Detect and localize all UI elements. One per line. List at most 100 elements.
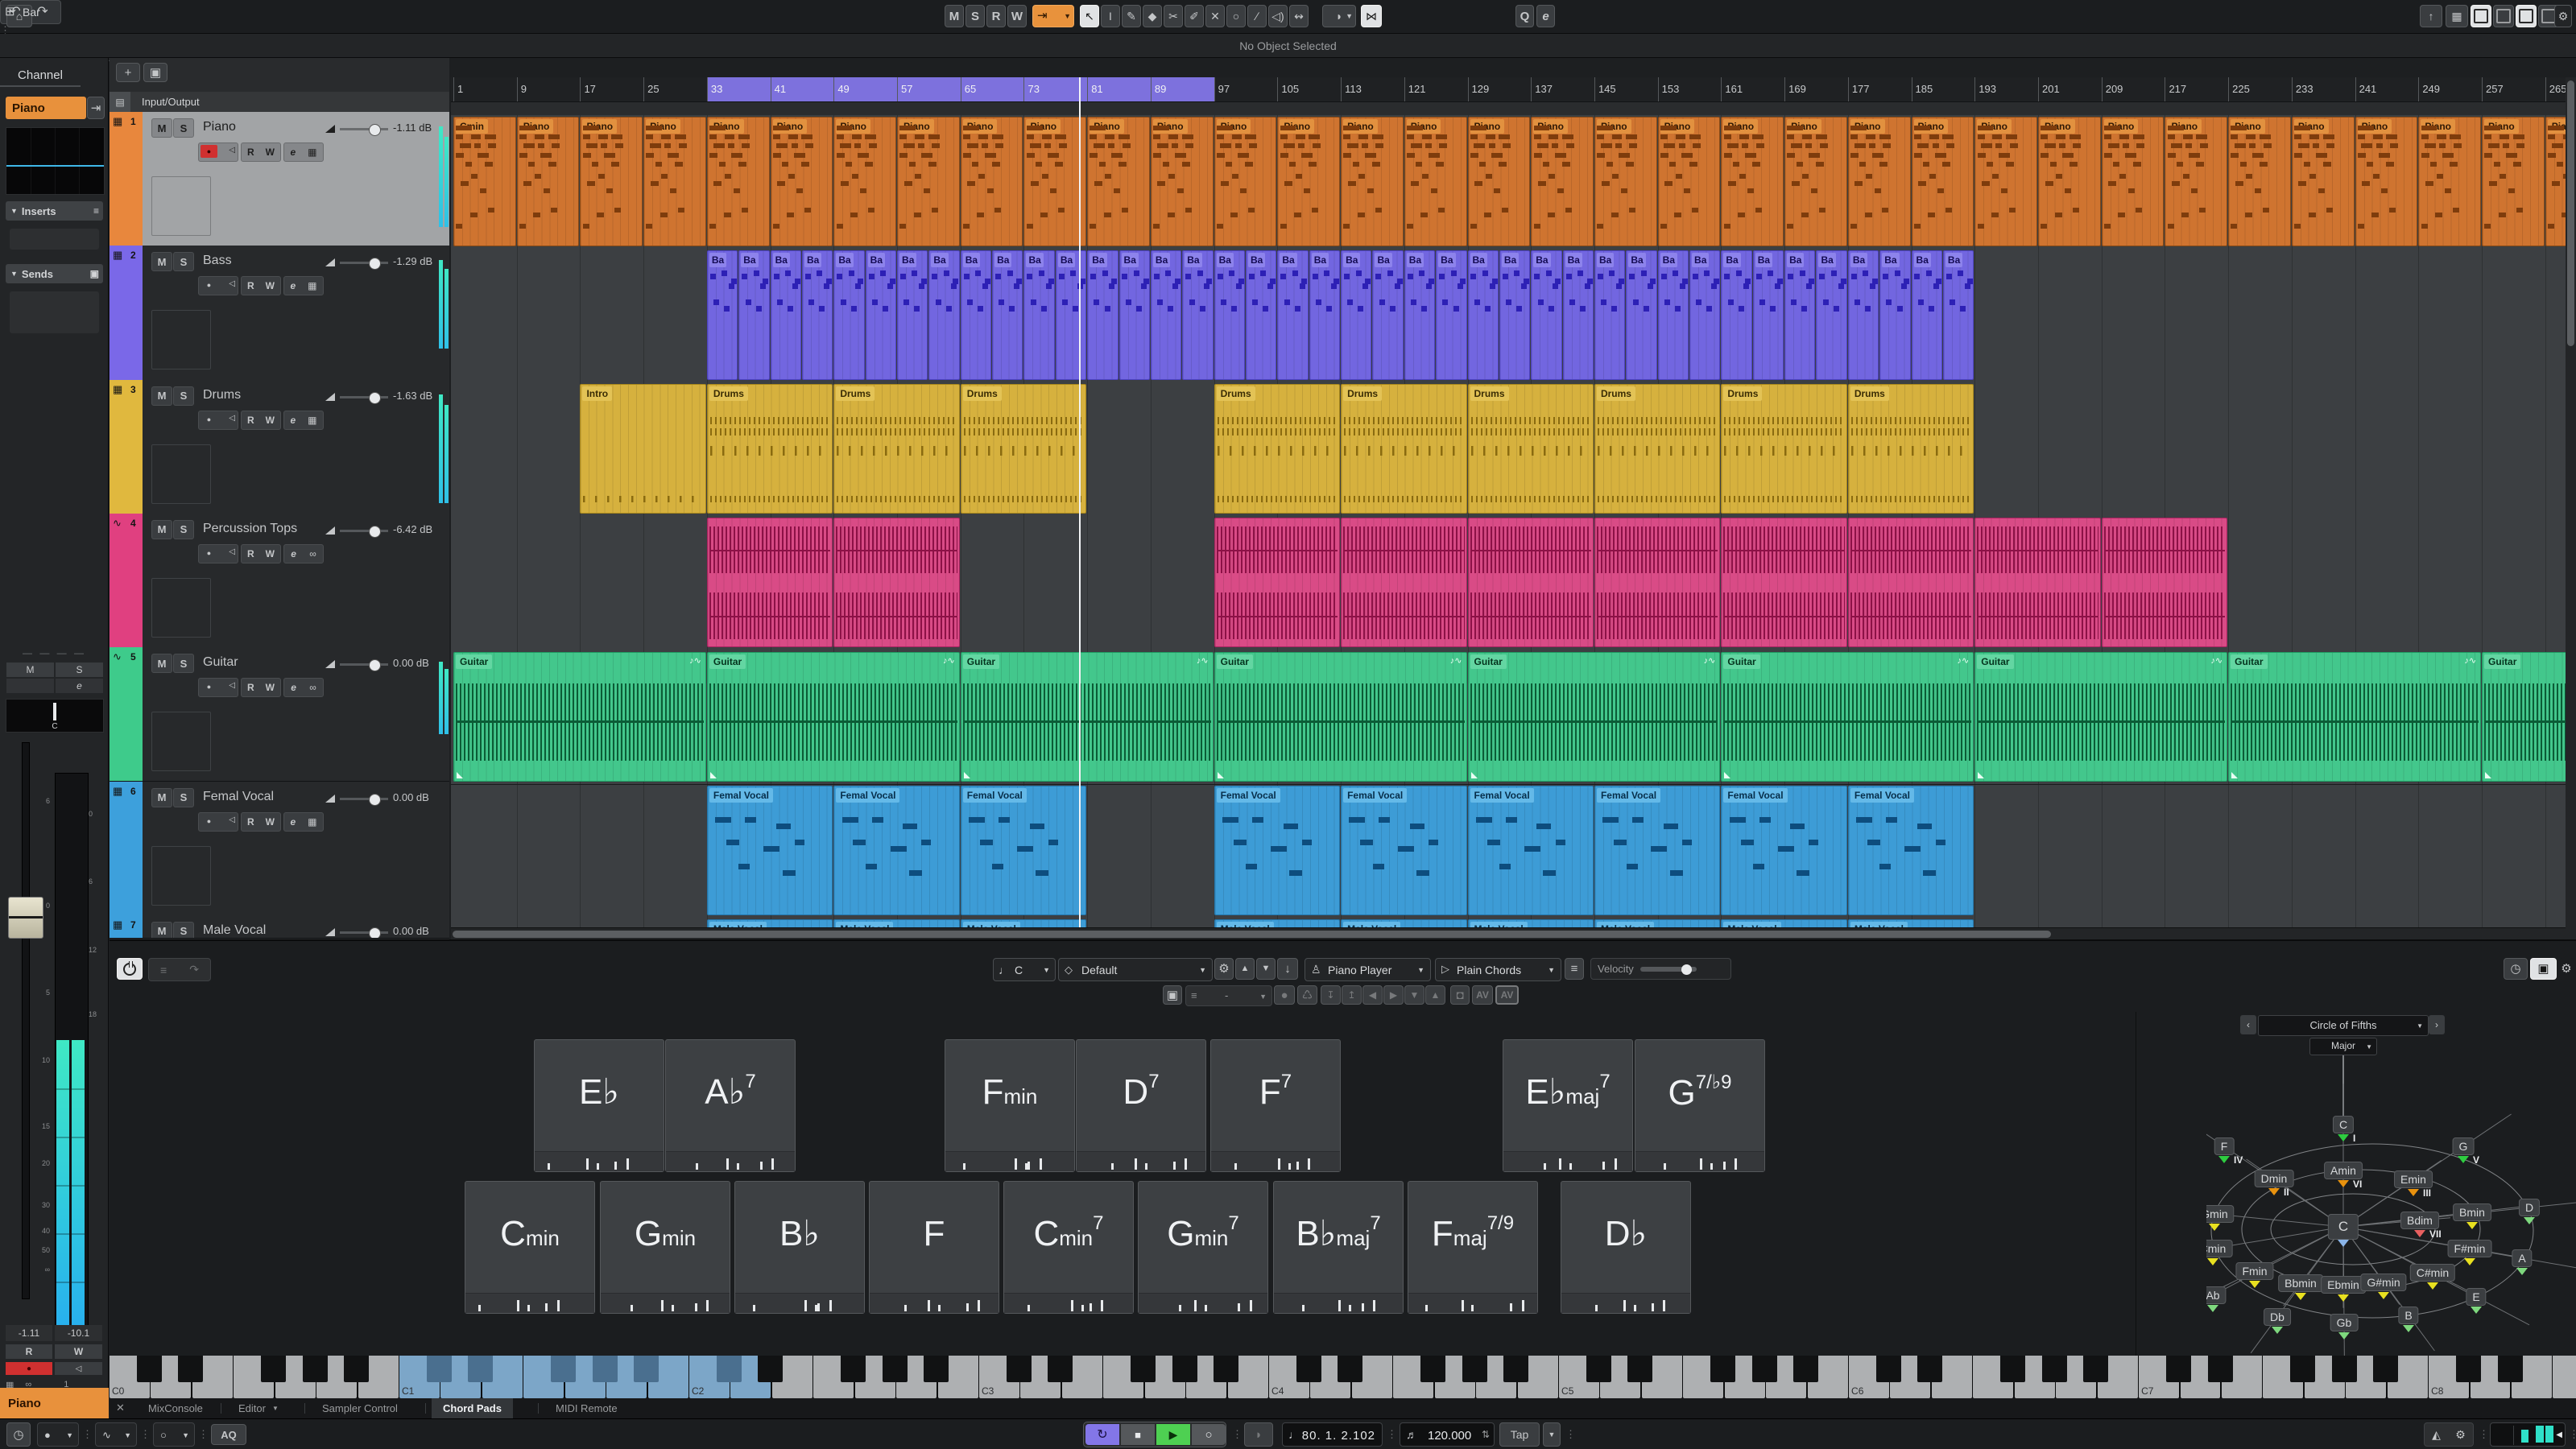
midi-clip-bass[interactable]: Ba: [1151, 250, 1181, 380]
circle-node-Ebmin[interactable]: Ebmin: [2321, 1276, 2366, 1294]
midi-clip-bass[interactable]: Ba: [1404, 250, 1435, 380]
circle-node-Fmin[interactable]: F#min: [2448, 1240, 2492, 1257]
midi-clip-piano[interactable]: Piano: [580, 117, 643, 246]
audio-clip-guitar[interactable]: Guitar♪∿: [453, 652, 706, 782]
track-solo-button[interactable]: S: [173, 118, 194, 138]
midi-clip-bass[interactable]: Ba: [1436, 250, 1466, 380]
chord-pad-B[interactable]: B♭: [734, 1181, 865, 1314]
setup-toolbar-button[interactable]: ⚙: [2554, 5, 2572, 27]
chord-pad-Cmin7[interactable]: Cmin7: [1003, 1181, 1134, 1314]
midi-clip-drums[interactable]: Drums: [707, 384, 833, 514]
circle-node-C[interactable]: C: [2333, 1116, 2354, 1133]
dots-icon[interactable]: ⋮: [140, 1428, 151, 1441]
track-picture-placeholder[interactable]: [151, 846, 211, 906]
black-key[interactable]: [2208, 1356, 2233, 1382]
track-lane-femal-vocal[interactable]: Femal VocalFemal VocalFemal VocalFemal V…: [451, 785, 2566, 919]
instrument-icon[interactable]: ▦: [308, 147, 316, 158]
black-key[interactable]: [2000, 1356, 2025, 1382]
track-write-button[interactable]: W: [266, 147, 275, 158]
track-picture-placeholder[interactable]: [151, 578, 211, 638]
midi-clip-bass[interactable]: Ba: [1372, 250, 1403, 380]
midi-clip-bass[interactable]: Ba: [961, 250, 991, 380]
midi-clip-femal-vocal[interactable]: Femal Vocal: [1721, 786, 1846, 915]
track-solo-button[interactable]: S: [173, 654, 194, 673]
midi-clip-bass[interactable]: Ba: [1753, 250, 1784, 380]
black-key[interactable]: [883, 1356, 908, 1382]
track-picture-placeholder[interactable]: [151, 444, 211, 504]
sends-bypass-icon[interactable]: ▣: [90, 268, 99, 279]
chord-pad-G79[interactable]: G7/♭9: [1635, 1039, 1765, 1172]
midi-clip-bass[interactable]: Ba: [1182, 250, 1213, 380]
track-mute-button[interactable]: M: [151, 252, 172, 271]
read-automation-button[interactable]: R: [6, 1344, 52, 1359]
track-name[interactable]: Percussion Tops: [203, 522, 297, 536]
auto-punch-button[interactable]: ⇥▼: [1032, 5, 1074, 27]
track-write-button[interactable]: W: [266, 415, 275, 426]
midi-clip-femal-vocal[interactable]: Femal Vocal: [961, 786, 1086, 915]
folder-track-row[interactable]: ▤Input/Output: [110, 92, 449, 113]
play-tool-button[interactable]: ◁): [1268, 5, 1288, 27]
midi-clip-bass[interactable]: Ba: [1658, 250, 1689, 380]
previous-preset-button[interactable]: ▲: [1235, 958, 1255, 980]
circle-node-A[interactable]: A: [2512, 1249, 2532, 1267]
midi-clip-drums[interactable]: Intro: [580, 384, 705, 514]
midi-clip-bass[interactable]: Ba: [802, 250, 833, 380]
volume-slider-track[interactable]: [340, 931, 388, 934]
midi-clip-drums[interactable]: Drums: [1214, 384, 1340, 514]
automation-write-button[interactable]: W: [1007, 5, 1027, 27]
tab-mixconsole[interactable]: MixConsole: [137, 1398, 214, 1418]
automation-read-button[interactable]: R: [986, 5, 1006, 27]
circle-node-C[interactable]: C: [2328, 1214, 2359, 1240]
instrument-icon[interactable]: ▦: [308, 280, 316, 291]
dots-icon[interactable]: ⋮: [1387, 1428, 1397, 1441]
midi-clip-piano[interactable]: Piano: [2102, 117, 2165, 246]
drag-pattern-button[interactable]: ●: [1274, 985, 1295, 1005]
tempo-display[interactable]: ♬120.000⇅: [1400, 1422, 1495, 1447]
line-tool-button[interactable]: ∕: [1247, 5, 1267, 27]
fade-handle-icon[interactable]: [1471, 772, 1478, 778]
midi-clip-bass[interactable]: Ba: [1721, 250, 1751, 380]
player-select[interactable]: ♙Piano Player▼: [1305, 958, 1431, 981]
track-header-piano[interactable]: ▦1MSPiano-1.11 dB●◁RWe▦: [110, 112, 449, 246]
track-lane-bass[interactable]: BaBaBaBaBaBaBaBaBaBaBaBaBaBaBaBaBaBaBaBa…: [451, 249, 2566, 383]
transpose-bar-down-button[interactable]: ↧: [1321, 985, 1341, 1005]
mute-tool-button[interactable]: ✕: [1205, 5, 1225, 27]
midi-clip-piano[interactable]: Piano: [897, 117, 960, 246]
midi-clip-femal-vocal[interactable]: Femal Vocal: [1594, 786, 1720, 915]
scissors-tool-button[interactable]: ✂: [1164, 5, 1183, 27]
record-enable-button[interactable]: ●: [6, 1362, 52, 1375]
record-arm-button[interactable]: ●: [201, 145, 217, 158]
midi-clip-drums[interactable]: Drums: [1468, 384, 1594, 514]
monitor-button[interactable]: ◁: [229, 681, 235, 690]
white-key[interactable]: [2553, 1356, 2576, 1398]
midi-clip-piano[interactable]: Piano: [1468, 117, 1531, 246]
track-name[interactable]: Guitar: [203, 655, 238, 670]
black-key[interactable]: [1793, 1356, 1818, 1382]
circle-node-Bmin[interactable]: Bmin: [2453, 1203, 2491, 1221]
black-key[interactable]: [1586, 1356, 1611, 1382]
midi-clip-bass[interactable]: Ba: [707, 250, 738, 380]
track-name[interactable]: Piano: [203, 120, 236, 134]
track-lane-percussion[interactable]: [451, 517, 2566, 651]
midi-clip-piano[interactable]: Piano: [2228, 117, 2291, 246]
circle-node-Gmin[interactable]: Gmin: [2206, 1205, 2235, 1223]
circle-node-Cmin[interactable]: C#min: [2410, 1264, 2455, 1282]
edit-channel-button[interactable]: e: [290, 147, 296, 158]
midi-clip-piano[interactable]: Piano: [1404, 117, 1467, 246]
black-key[interactable]: [1420, 1356, 1445, 1382]
midi-clip-bass[interactable]: Ba: [771, 250, 801, 380]
scrub-tool-button[interactable]: ↭: [1289, 5, 1309, 27]
midi-clip-piano[interactable]: Piano: [2165, 117, 2227, 246]
midi-clip-piano[interactable]: Piano: [833, 117, 896, 246]
midi-clip-femal-vocal[interactable]: Femal Vocal: [707, 786, 833, 915]
record-mode-select[interactable]: ●▼: [37, 1422, 79, 1447]
circle-node-Db[interactable]: Db: [2264, 1308, 2291, 1326]
circle-node-Ab[interactable]: Ab: [2206, 1286, 2227, 1304]
midi-clip-bass[interactable]: Ba: [1879, 250, 1910, 380]
send-slot-empty[interactable]: [10, 291, 99, 333]
black-key[interactable]: [1462, 1356, 1487, 1382]
dots-icon[interactable]: ⋮: [2479, 1428, 2489, 1441]
audio-clip-guitar[interactable]: Guitar♪∿: [1468, 652, 1721, 782]
midi-clip-femal-vocal[interactable]: Femal Vocal: [1468, 786, 1594, 915]
velocity-control[interactable]: Velocity: [1590, 958, 1731, 980]
